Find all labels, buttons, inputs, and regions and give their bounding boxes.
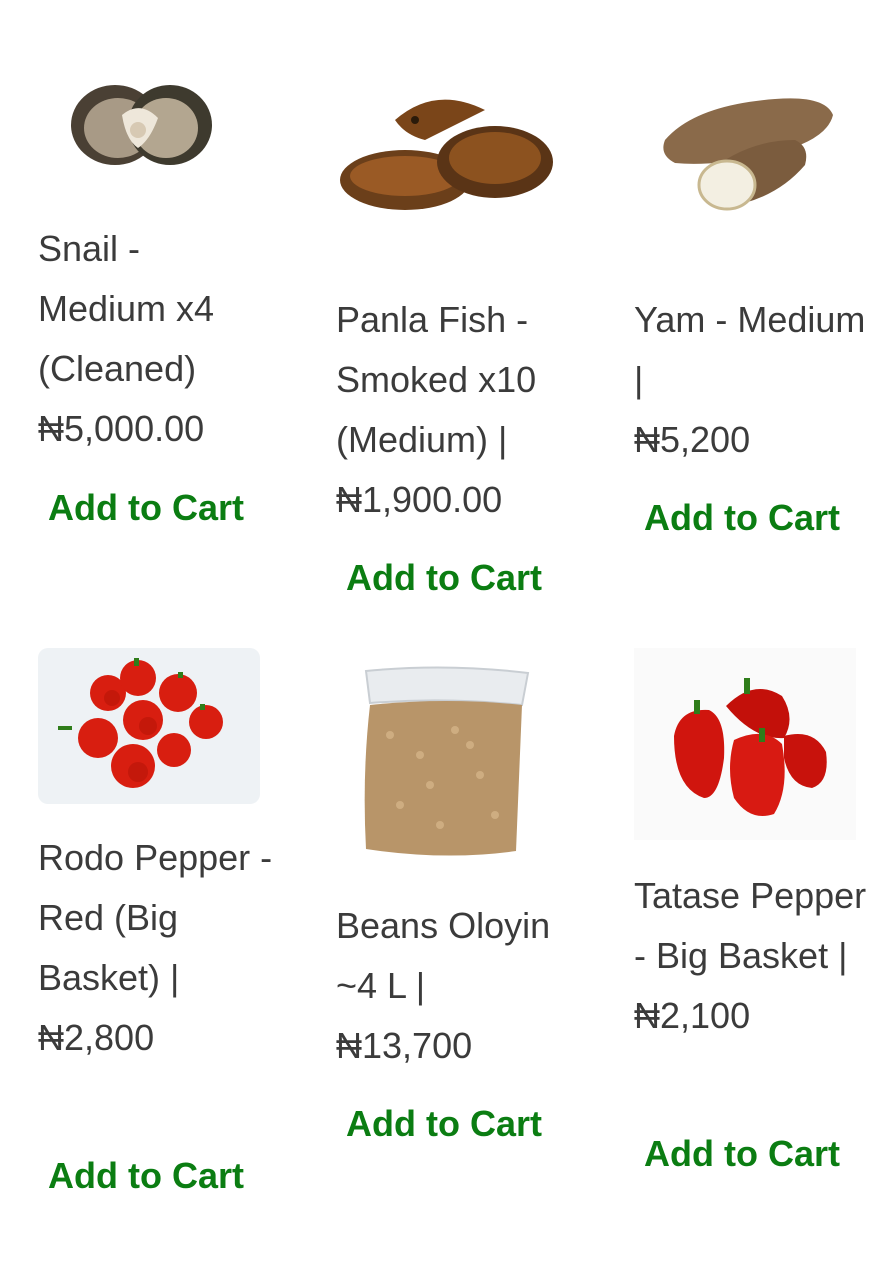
product-name-tatase-pepper[interactable]: Tatase Pepper - Big Basket | ₦2,100: [634, 866, 874, 1046]
product-image-smoked-fish[interactable]: [335, 80, 560, 225]
product-image-rodo-pepper[interactable]: [38, 648, 260, 804]
add-to-cart-button[interactable]: Add to Cart: [644, 496, 840, 540]
add-to-cart-button[interactable]: Add to Cart: [644, 1132, 840, 1176]
add-to-cart-button[interactable]: Add to Cart: [48, 1154, 244, 1198]
product-price: ₦2,800: [38, 1017, 155, 1058]
product-name-rodo-pepper[interactable]: Rodo Pepper - Red (Big Basket) | ₦2,800: [38, 828, 278, 1068]
add-to-cart-button[interactable]: Add to Cart: [48, 486, 244, 530]
product-image-yam[interactable]: [655, 85, 840, 215]
product-name-snail[interactable]: Snail - Medium x4 (Cleaned) ₦5,000.00: [38, 219, 278, 459]
product-image-snail[interactable]: [60, 70, 220, 180]
product-price: ₦1,900.00: [336, 479, 503, 520]
product-image-beans-bag[interactable]: [360, 665, 532, 860]
product-price: ₦5,000.00: [38, 408, 205, 449]
product-price: ₦5,200: [634, 419, 751, 460]
add-to-cart-button[interactable]: Add to Cart: [346, 556, 542, 600]
add-to-cart-button[interactable]: Add to Cart: [346, 1102, 542, 1146]
product-price: ₦13,700: [336, 1025, 473, 1066]
product-name-yam[interactable]: Yam - Medium | ₦5,200: [634, 290, 874, 470]
product-name-panla-fish[interactable]: Panla Fish - Smoked x10 (Medium) | ₦1,900…: [336, 290, 576, 530]
product-price: ₦2,100: [634, 995, 751, 1036]
product-image-tatase-pepper[interactable]: [634, 648, 856, 840]
product-name-beans-oloyin[interactable]: Beans Oloyin ~4 L | ₦13,700: [336, 896, 576, 1076]
